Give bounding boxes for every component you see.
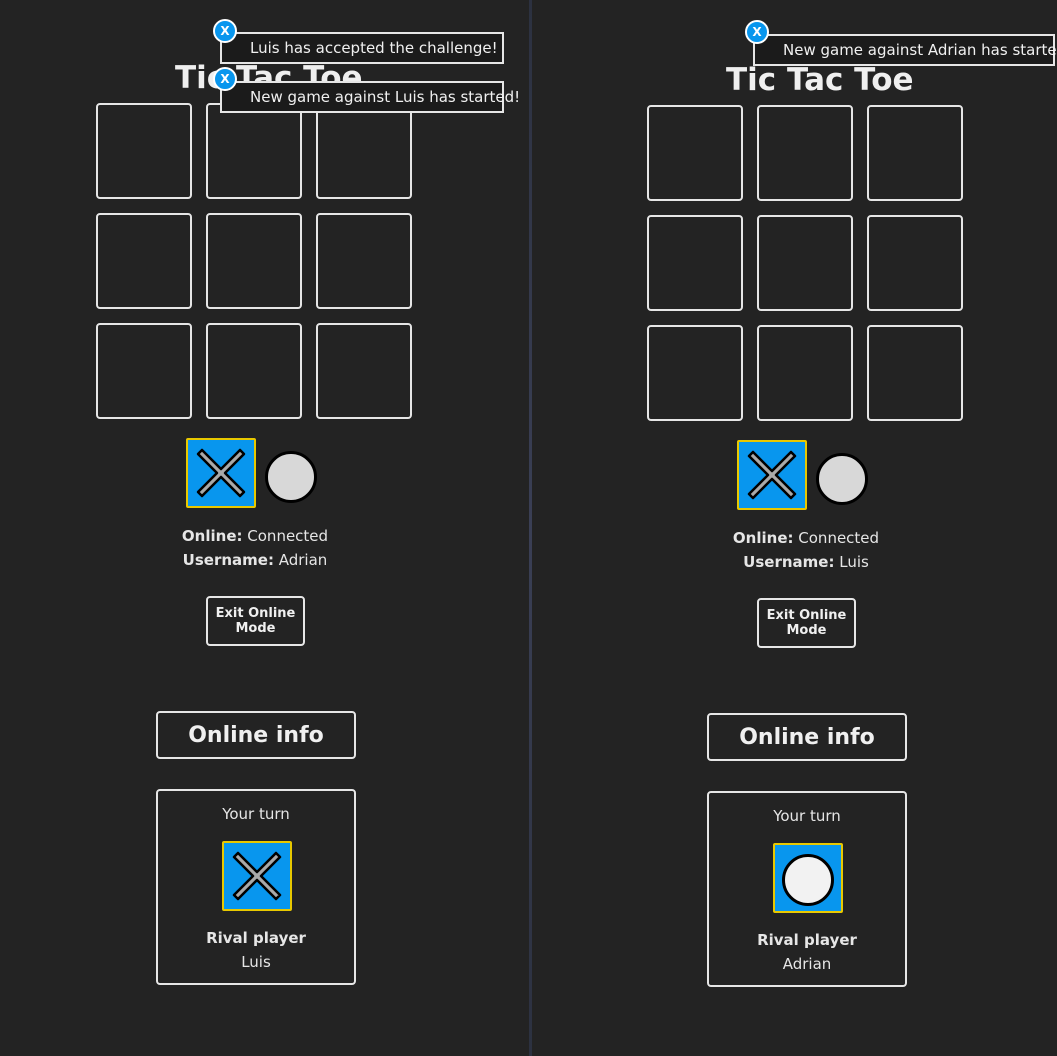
rival-player-label: Rival player [206,929,306,947]
board-cell[interactable] [647,215,743,311]
online-info-button[interactable]: Online info [156,711,356,759]
username: Username: Adrian [155,551,355,569]
board-cell[interactable] [96,103,192,199]
turn-symbol [773,843,843,913]
turn-panel: Your turn Rival player Luis [156,789,356,985]
right-window: Tic Tac Toe Online: Connected Username: … [532,0,1057,1056]
toast-notification: Luis has accepted the challenge! [220,32,504,64]
x-symbol-selector[interactable] [186,438,256,508]
board-cell[interactable] [206,213,302,309]
x-icon [232,851,282,901]
toast-message: New game against Luis has started! [250,88,521,106]
toast-message: Luis has accepted the challenge! [250,39,498,57]
x-symbol-selector[interactable] [737,440,807,510]
x-icon [747,450,797,500]
close-icon[interactable]: X [745,20,769,44]
username-value: Adrian [278,551,328,569]
o-symbol-selector[interactable] [816,453,868,505]
toast-notification: New game against Adrian has started! [753,34,1057,66]
board-cell[interactable] [316,323,412,419]
board-cell[interactable] [206,323,302,419]
toast-notification: New game against Luis has started! [220,81,520,113]
board-cell[interactable] [757,325,853,421]
board-cell[interactable] [757,105,853,201]
toast-message: New game against Adrian has started! [783,41,1057,59]
turn-label: Your turn [773,807,841,825]
turn-symbol [222,841,292,911]
board-cell[interactable] [867,105,963,201]
rival-player-name: Luis [241,953,271,971]
board-cell[interactable] [206,103,302,199]
exit-online-mode-button[interactable]: Exit Online Mode [206,596,305,646]
turn-panel: Your turn Rival player Adrian [707,791,907,987]
online-status-value: Connected [798,529,880,547]
o-icon [782,854,834,906]
online-status-value: Connected [247,527,329,545]
online-info-button[interactable]: Online info [707,713,907,761]
username-key: Username: [182,551,274,569]
board-cell[interactable] [867,215,963,311]
board-cell[interactable] [316,213,412,309]
online-status: Online: Connected [155,527,355,545]
board-cell[interactable] [96,213,192,309]
username: Username: Luis [706,553,906,571]
board-cell[interactable] [647,325,743,421]
username-key: Username: [743,553,835,571]
exit-online-mode-button[interactable]: Exit Online Mode [757,598,856,648]
close-icon[interactable]: X [213,19,237,43]
left-window: Tic Tac Toe Online: Connected Username: … [0,0,529,1056]
close-icon[interactable]: X [213,67,237,91]
page-title: Tic Tac Toe [726,62,914,98]
online-status: Online: Connected [706,529,906,547]
board-cell[interactable] [96,323,192,419]
board-cell[interactable] [647,105,743,201]
turn-label: Your turn [222,805,290,823]
online-status-key: Online: [181,527,243,545]
o-symbol-selector[interactable] [265,451,317,503]
rival-player-label: Rival player [757,931,857,949]
board-cell[interactable] [867,325,963,421]
username-value: Luis [839,553,869,571]
rival-player-name: Adrian [782,955,832,973]
board-cell[interactable] [757,215,853,311]
board-cell[interactable] [316,103,412,199]
online-status-key: Online: [732,529,794,547]
x-icon [196,448,246,498]
